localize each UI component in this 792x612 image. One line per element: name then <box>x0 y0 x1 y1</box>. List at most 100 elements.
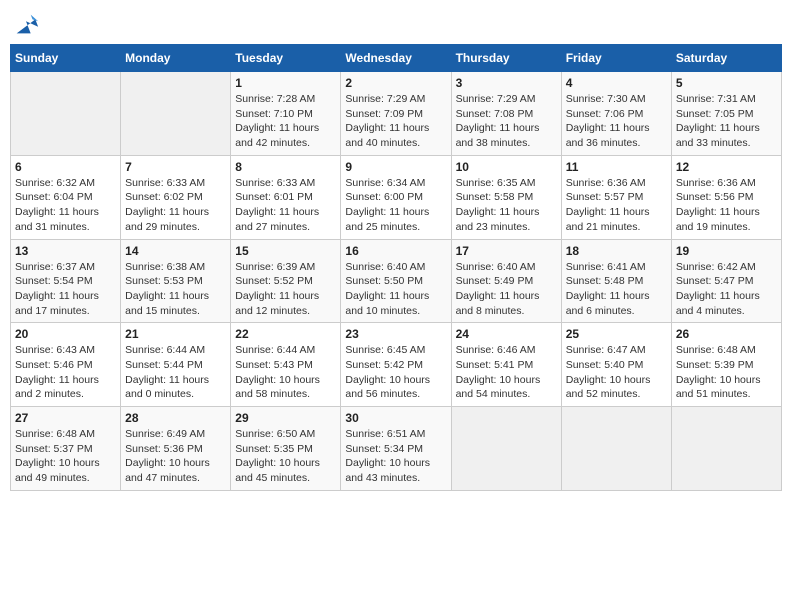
day-info: Sunrise: 7:30 AMSunset: 7:06 PMDaylight:… <box>566 92 667 151</box>
day-info: Sunrise: 7:29 AMSunset: 7:08 PMDaylight:… <box>456 92 557 151</box>
day-number: 2 <box>345 76 446 90</box>
day-number: 25 <box>566 327 667 341</box>
day-number: 23 <box>345 327 446 341</box>
calendar-cell: 14Sunrise: 6:38 AMSunset: 5:53 PMDayligh… <box>121 239 231 323</box>
day-info: Sunrise: 6:50 AMSunset: 5:35 PMDaylight:… <box>235 427 336 486</box>
logo-text <box>10 10 40 38</box>
day-info: Sunrise: 6:48 AMSunset: 5:37 PMDaylight:… <box>15 427 116 486</box>
logo <box>10 10 40 34</box>
day-info: Sunrise: 6:36 AMSunset: 5:56 PMDaylight:… <box>676 176 777 235</box>
calendar-cell: 20Sunrise: 6:43 AMSunset: 5:46 PMDayligh… <box>11 323 121 407</box>
day-info: Sunrise: 6:32 AMSunset: 6:04 PMDaylight:… <box>15 176 116 235</box>
day-number: 28 <box>125 411 226 425</box>
calendar-cell: 17 Sunrise: 6:40 AMSunset: 5:49 PMDayligh… <box>451 239 561 323</box>
calendar-cell: 25 Sunrise: 6:47 AMSunset: 5:40 PMDayligh… <box>561 323 671 407</box>
calendar-cell: 18 Sunrise: 6:41 AMSunset: 5:48 PMDayligh… <box>561 239 671 323</box>
day-info: Sunrise: 6:40 AMSunset: 5:50 PMDaylight:… <box>345 260 446 319</box>
weekday-header: Wednesday <box>341 45 451 72</box>
calendar-cell: 1 Sunrise: 7:28 AMSunset: 7:10 PMDaylight… <box>231 72 341 156</box>
day-info: Sunrise: 6:42 AMSunset: 5:47 PMDaylight:… <box>676 260 777 319</box>
calendar-week: 6 Sunrise: 6:32 AMSunset: 6:04 PMDaylight… <box>11 155 782 239</box>
calendar-cell: 6 Sunrise: 6:32 AMSunset: 6:04 PMDaylight… <box>11 155 121 239</box>
day-info: Sunrise: 6:35 AMSunset: 5:58 PMDaylight:… <box>456 176 557 235</box>
calendar-cell: 2Sunrise: 7:29 AMSunset: 7:09 PMDaylight… <box>341 72 451 156</box>
day-info: Sunrise: 6:49 AMSunset: 5:36 PMDaylight:… <box>125 427 226 486</box>
calendar-cell: 5 Sunrise: 7:31 AMSunset: 7:05 PMDaylight… <box>671 72 781 156</box>
day-number: 12 <box>676 160 777 174</box>
calendar-cell: 30 Sunrise: 6:51 AMSunset: 5:34 PMDayligh… <box>341 407 451 491</box>
weekday-header: Monday <box>121 45 231 72</box>
calendar-cell: 11 Sunrise: 6:36 AMSunset: 5:57 PMDayligh… <box>561 155 671 239</box>
calendar-cell: 4 Sunrise: 7:30 AMSunset: 7:06 PMDaylight… <box>561 72 671 156</box>
day-info: Sunrise: 6:46 AMSunset: 5:41 PMDaylight:… <box>456 343 557 402</box>
calendar-week: 1 Sunrise: 7:28 AMSunset: 7:10 PMDaylight… <box>11 72 782 156</box>
day-number: 18 <box>566 244 667 258</box>
calendar-cell: 13Sunrise: 6:37 AMSunset: 5:54 PMDayligh… <box>11 239 121 323</box>
page-header <box>10 10 782 34</box>
day-number: 30 <box>345 411 446 425</box>
weekday-header: Thursday <box>451 45 561 72</box>
day-info: Sunrise: 6:39 AMSunset: 5:52 PMDaylight:… <box>235 260 336 319</box>
calendar-cell: 19Sunrise: 6:42 AMSunset: 5:47 PMDayligh… <box>671 239 781 323</box>
day-number: 29 <box>235 411 336 425</box>
calendar-week: 20Sunrise: 6:43 AMSunset: 5:46 PMDayligh… <box>11 323 782 407</box>
day-number: 17 <box>456 244 557 258</box>
day-number: 24 <box>456 327 557 341</box>
day-number: 21 <box>125 327 226 341</box>
weekday-header: Friday <box>561 45 671 72</box>
calendar-cell: 22Sunrise: 6:44 AMSunset: 5:43 PMDayligh… <box>231 323 341 407</box>
day-info: Sunrise: 6:45 AMSunset: 5:42 PMDaylight:… <box>345 343 446 402</box>
calendar-cell: 8Sunrise: 6:33 AMSunset: 6:01 PMDaylight… <box>231 155 341 239</box>
calendar-cell: 28 Sunrise: 6:49 AMSunset: 5:36 PMDayligh… <box>121 407 231 491</box>
weekday-header: Tuesday <box>231 45 341 72</box>
day-number: 3 <box>456 76 557 90</box>
day-info: Sunrise: 6:37 AMSunset: 5:54 PMDaylight:… <box>15 260 116 319</box>
weekday-header: Saturday <box>671 45 781 72</box>
day-number: 27 <box>15 411 116 425</box>
day-number: 22 <box>235 327 336 341</box>
day-number: 9 <box>345 160 446 174</box>
calendar-cell <box>11 72 121 156</box>
day-info: Sunrise: 6:47 AMSunset: 5:40 PMDaylight:… <box>566 343 667 402</box>
calendar-week: 27 Sunrise: 6:48 AMSunset: 5:37 PMDayligh… <box>11 407 782 491</box>
calendar-cell: 29 Sunrise: 6:50 AMSunset: 5:35 PMDayligh… <box>231 407 341 491</box>
calendar-cell: 12 Sunrise: 6:36 AMSunset: 5:56 PMDayligh… <box>671 155 781 239</box>
day-number: 1 <box>235 76 336 90</box>
day-info: Sunrise: 7:28 AMSunset: 7:10 PMDaylight:… <box>235 92 336 151</box>
weekday-header: Sunday <box>11 45 121 72</box>
day-info: Sunrise: 6:36 AMSunset: 5:57 PMDaylight:… <box>566 176 667 235</box>
calendar-week: 13Sunrise: 6:37 AMSunset: 5:54 PMDayligh… <box>11 239 782 323</box>
day-number: 16 <box>345 244 446 258</box>
day-number: 8 <box>235 160 336 174</box>
calendar-cell: 16 Sunrise: 6:40 AMSunset: 5:50 PMDayligh… <box>341 239 451 323</box>
calendar-cell: 9Sunrise: 6:34 AMSunset: 6:00 PMDaylight… <box>341 155 451 239</box>
calendar-cell: 7Sunrise: 6:33 AMSunset: 6:02 PMDaylight… <box>121 155 231 239</box>
day-info: Sunrise: 6:33 AMSunset: 6:02 PMDaylight:… <box>125 176 226 235</box>
calendar-cell: 3 Sunrise: 7:29 AMSunset: 7:08 PMDaylight… <box>451 72 561 156</box>
calendar-cell: 10 Sunrise: 6:35 AMSunset: 5:58 PMDayligh… <box>451 155 561 239</box>
calendar-cell: 24 Sunrise: 6:46 AMSunset: 5:41 PMDayligh… <box>451 323 561 407</box>
calendar-cell: 21 Sunrise: 6:44 AMSunset: 5:44 PMDayligh… <box>121 323 231 407</box>
day-number: 11 <box>566 160 667 174</box>
day-number: 20 <box>15 327 116 341</box>
calendar-cell <box>121 72 231 156</box>
day-info: Sunrise: 6:40 AMSunset: 5:49 PMDaylight:… <box>456 260 557 319</box>
day-info: Sunrise: 6:48 AMSunset: 5:39 PMDaylight:… <box>676 343 777 402</box>
day-number: 5 <box>676 76 777 90</box>
calendar-cell <box>451 407 561 491</box>
day-info: Sunrise: 7:31 AMSunset: 7:05 PMDaylight:… <box>676 92 777 151</box>
day-number: 15 <box>235 244 336 258</box>
calendar-cell: 26Sunrise: 6:48 AMSunset: 5:39 PMDayligh… <box>671 323 781 407</box>
day-number: 10 <box>456 160 557 174</box>
day-info: Sunrise: 6:51 AMSunset: 5:34 PMDaylight:… <box>345 427 446 486</box>
day-info: Sunrise: 6:41 AMSunset: 5:48 PMDaylight:… <box>566 260 667 319</box>
calendar-cell: 23 Sunrise: 6:45 AMSunset: 5:42 PMDayligh… <box>341 323 451 407</box>
day-number: 4 <box>566 76 667 90</box>
calendar-cell: 15 Sunrise: 6:39 AMSunset: 5:52 PMDayligh… <box>231 239 341 323</box>
calendar-cell <box>671 407 781 491</box>
day-number: 6 <box>15 160 116 174</box>
calendar-header: SundayMondayTuesdayWednesdayThursdayFrid… <box>11 45 782 72</box>
calendar-cell: 27 Sunrise: 6:48 AMSunset: 5:37 PMDayligh… <box>11 407 121 491</box>
day-info: Sunrise: 6:44 AMSunset: 5:44 PMDaylight:… <box>125 343 226 402</box>
calendar-table: SundayMondayTuesdayWednesdayThursdayFrid… <box>10 44 782 491</box>
